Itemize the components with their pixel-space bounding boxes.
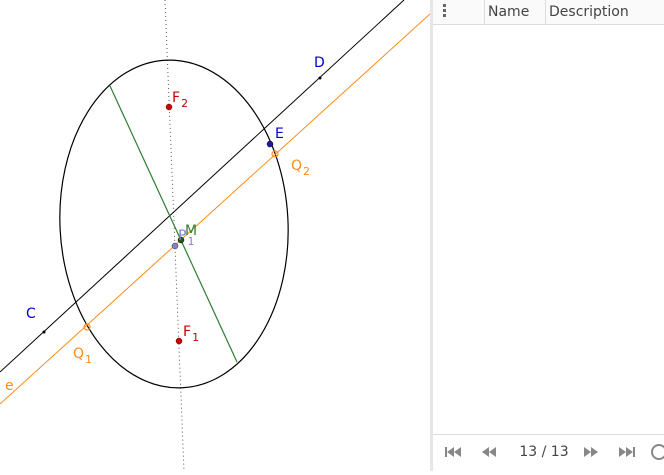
skip-first-icon[interactable] xyxy=(443,446,463,460)
construction-navigation-bar: 13 / 13 xyxy=(433,434,664,471)
label-E: E xyxy=(275,126,284,142)
column-menu[interactable] xyxy=(433,0,485,24)
point-C[interactable] xyxy=(42,330,46,334)
rewind-icon[interactable] xyxy=(479,446,499,460)
column-header-name[interactable]: Name xyxy=(485,0,546,24)
label-F1: F1 xyxy=(183,324,199,344)
line-through-C-D[interactable] xyxy=(0,0,405,373)
point-E[interactable] xyxy=(266,140,274,148)
line-e[interactable] xyxy=(0,13,431,405)
fast-forward-icon[interactable] xyxy=(581,446,601,460)
column-header-description[interactable]: Description xyxy=(546,0,664,24)
vertical-dots-icon[interactable] xyxy=(443,4,446,19)
algebra-header: Name Description xyxy=(433,0,664,25)
label-F2: F2 xyxy=(172,90,188,110)
point-D[interactable] xyxy=(318,76,322,80)
skip-last-icon[interactable] xyxy=(617,446,637,460)
point-F1[interactable] xyxy=(175,337,183,345)
step-counter: 13 / 13 xyxy=(519,444,569,460)
graphics-view[interactable]: C D E M P1 F2 F1 Q2 Q1 e xyxy=(0,0,431,472)
green-diameter-segment[interactable] xyxy=(109,85,238,363)
algebra-view: Name Description 13 / 13 xyxy=(433,0,664,471)
label-Q2: Q2 xyxy=(291,158,310,178)
play-icon[interactable] xyxy=(651,444,664,460)
geometry-canvas[interactable]: C D E M P1 F2 F1 Q2 Q1 e xyxy=(0,0,431,472)
label-e: e xyxy=(5,378,14,394)
label-Q1: Q1 xyxy=(73,346,92,366)
label-C: C xyxy=(26,306,36,322)
label-D: D xyxy=(314,55,325,71)
